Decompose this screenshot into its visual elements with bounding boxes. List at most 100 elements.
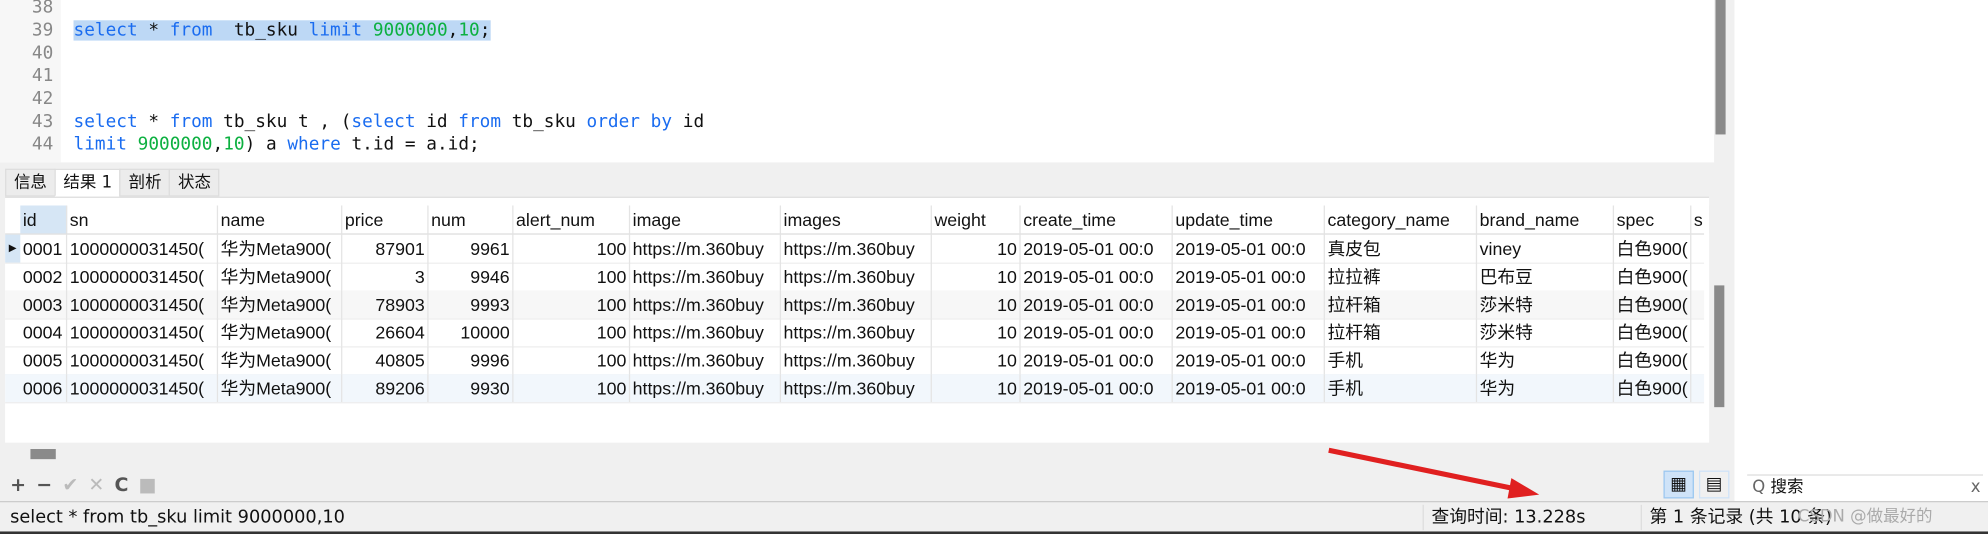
cell-num[interactable]: 9961 — [429, 234, 514, 263]
cell-brand_name[interactable]: 莎米特 — [1477, 290, 1615, 319]
cell-image[interactable]: https://m.360buy — [630, 374, 782, 403]
cell-image[interactable]: https://m.360buy — [630, 290, 782, 319]
cell-spec[interactable]: 白色900( — [1614, 262, 1692, 291]
discard-changes-button[interactable]: ✕ — [88, 473, 104, 496]
cell-sn[interactable]: 1000000031450( — [67, 374, 219, 403]
search-box[interactable]: Q 搜索 x — [1747, 474, 1983, 501]
column-header-price[interactable]: price — [342, 205, 429, 234]
tab-result-1[interactable]: 结果 1 — [54, 168, 121, 197]
cell-category_name[interactable]: 真皮包 — [1325, 234, 1478, 263]
cell-weight[interactable]: 10 — [932, 290, 1021, 319]
cell-image[interactable]: https://m.360buy — [630, 318, 782, 347]
cell-spec[interactable]: 白色900( — [1614, 346, 1692, 375]
cell-category_name[interactable]: 拉杆箱 — [1325, 290, 1478, 319]
column-header-s[interactable]: s — [1691, 205, 1709, 233]
cell-weight[interactable]: 10 — [932, 262, 1021, 291]
cell-price[interactable]: 78903 — [342, 290, 429, 319]
cell-images[interactable]: https://m.360buy — [781, 346, 932, 375]
cell-update_time[interactable]: 2019-05-01 00:0 — [1173, 290, 1325, 319]
cell-alert_num[interactable]: 100 — [513, 318, 631, 347]
tab-profile[interactable]: 剖析 — [119, 168, 171, 197]
tab-status[interactable]: 状态 — [169, 168, 220, 197]
column-header-id[interactable]: id — [20, 205, 68, 234]
cell-brand_name[interactable]: viney — [1477, 234, 1615, 263]
cell-id[interactable]: 0004 — [20, 318, 68, 347]
cell-image[interactable]: https://m.360buy — [630, 346, 782, 375]
column-header-spec[interactable]: spec — [1614, 205, 1692, 234]
apply-changes-button[interactable]: ✔ — [62, 473, 78, 496]
cell-update_time[interactable]: 2019-05-01 00:0 — [1173, 234, 1325, 263]
column-header-image[interactable]: image — [630, 205, 782, 234]
cell-category_name[interactable]: 拉杆箱 — [1325, 318, 1478, 347]
cell-create_time[interactable]: 2019-05-01 00:0 — [1021, 234, 1173, 263]
cell-weight[interactable]: 10 — [932, 234, 1021, 263]
column-header-brand_name[interactable]: brand_name — [1477, 205, 1615, 234]
cell-price[interactable]: 89206 — [342, 374, 429, 403]
cell-sn[interactable]: 1000000031450( — [67, 234, 219, 263]
tab-info[interactable]: 信息 — [5, 168, 56, 197]
cell-update_time[interactable]: 2019-05-01 00:0 — [1173, 346, 1325, 375]
cell-create_time[interactable]: 2019-05-01 00:0 — [1021, 318, 1173, 347]
table-row[interactable]: ▶ 0001 1000000031450(华为Meta900(87901 9961 10… — [5, 234, 1705, 264]
cell-brand_name[interactable]: 莎米特 — [1477, 318, 1615, 347]
cell-images[interactable]: https://m.360buy — [781, 374, 932, 403]
form-view-icon[interactable]: ▤ — [1698, 470, 1730, 499]
cell-images[interactable]: https://m.360buy — [781, 290, 932, 319]
scrollbar-thumb[interactable] — [1715, 0, 1726, 135]
cell-price[interactable]: 87901 — [342, 234, 429, 263]
result-grid[interactable]: id sn name price num alert_num image images weig… — [5, 196, 1710, 443]
cell-alert_num[interactable]: 100 — [513, 346, 631, 375]
cell-spec[interactable]: 白色900( — [1614, 234, 1692, 263]
cell-update_time[interactable]: 2019-05-01 00:0 — [1173, 374, 1325, 403]
cell-create_time[interactable]: 2019-05-01 00:0 — [1021, 262, 1173, 291]
cell-images[interactable]: https://m.360buy — [781, 262, 932, 291]
cell-alert_num[interactable]: 100 — [513, 262, 631, 291]
cell-price[interactable]: 26604 — [342, 318, 429, 347]
cell-alert_num[interactable]: 100 — [513, 374, 631, 403]
sql-editor[interactable]: 38 39 select * from tb_sku limit 9000000,… — [0, 0, 1715, 163]
cell-sn[interactable]: 1000000031450( — [67, 290, 219, 319]
table-row[interactable]: 0002 1000000031450(华为Meta900(3 9946 100 http… — [5, 262, 1705, 292]
table-row[interactable]: 0003 1000000031450(华为Meta900(78903 9993 100… — [5, 290, 1705, 320]
cell-update_time[interactable]: 2019-05-01 00:0 — [1173, 318, 1325, 347]
cell-create_time[interactable]: 2019-05-01 00:0 — [1021, 346, 1173, 375]
cell-weight[interactable]: 10 — [932, 346, 1021, 375]
grid-scrollbar[interactable] — [1711, 234, 1727, 438]
cell-update_time[interactable]: 2019-05-01 00:0 — [1173, 262, 1325, 291]
refresh-button[interactable]: C — [115, 473, 129, 496]
cell-alert_num[interactable]: 100 — [513, 290, 631, 319]
stop-button[interactable]: ■ — [139, 473, 157, 496]
cell-name[interactable]: 华为Meta900( — [218, 290, 343, 319]
cell-images[interactable]: https://m.360buy — [781, 234, 932, 263]
cell-images[interactable]: https://m.360buy — [781, 318, 932, 347]
clear-search-icon[interactable]: x — [1971, 476, 1981, 501]
cell-brand_name[interactable]: 华为 — [1477, 346, 1615, 375]
cell-name[interactable]: 华为Meta900( — [218, 374, 343, 403]
horizontal-scrollbar-thumb[interactable] — [30, 449, 56, 460]
scrollbar-thumb[interactable] — [1714, 285, 1725, 408]
cell-spec[interactable]: 白色900( — [1614, 318, 1692, 347]
table-row[interactable]: 0006 1000000031450(华为Meta900(89206 9930 100… — [5, 374, 1705, 404]
cell-id[interactable]: 0002 — [20, 262, 68, 291]
column-header-name[interactable]: name — [218, 205, 343, 234]
cell-sn[interactable]: 1000000031450( — [67, 318, 219, 347]
column-header-num[interactable]: num — [429, 205, 514, 234]
column-header-update_time[interactable]: update_time — [1173, 205, 1325, 234]
cell-category_name[interactable]: 拉拉裤 — [1325, 262, 1478, 291]
cell-weight[interactable]: 10 — [932, 318, 1021, 347]
cell-brand_name[interactable]: 巴布豆 — [1477, 262, 1615, 291]
grid-view-icon[interactable]: ▦ — [1663, 470, 1694, 499]
column-header-create_time[interactable]: create_time — [1021, 205, 1173, 234]
cell-num[interactable]: 9996 — [429, 346, 514, 375]
column-header-sn[interactable]: sn — [67, 205, 219, 234]
cell-alert_num[interactable]: 100 — [513, 234, 631, 263]
delete-record-button[interactable]: − — [36, 473, 52, 496]
column-header-alert_num[interactable]: alert_num — [513, 205, 631, 234]
cell-id[interactable]: 0003 — [20, 290, 68, 319]
cell-num[interactable]: 9946 — [429, 262, 514, 291]
table-row[interactable]: 0005 1000000031450(华为Meta900(40805 9996 100… — [5, 346, 1705, 376]
cell-num[interactable]: 10000 — [429, 318, 514, 347]
cell-create_time[interactable]: 2019-05-01 00:0 — [1021, 374, 1173, 403]
cell-brand_name[interactable]: 华为 — [1477, 374, 1615, 403]
column-header-category_name[interactable]: category_name — [1325, 205, 1478, 234]
